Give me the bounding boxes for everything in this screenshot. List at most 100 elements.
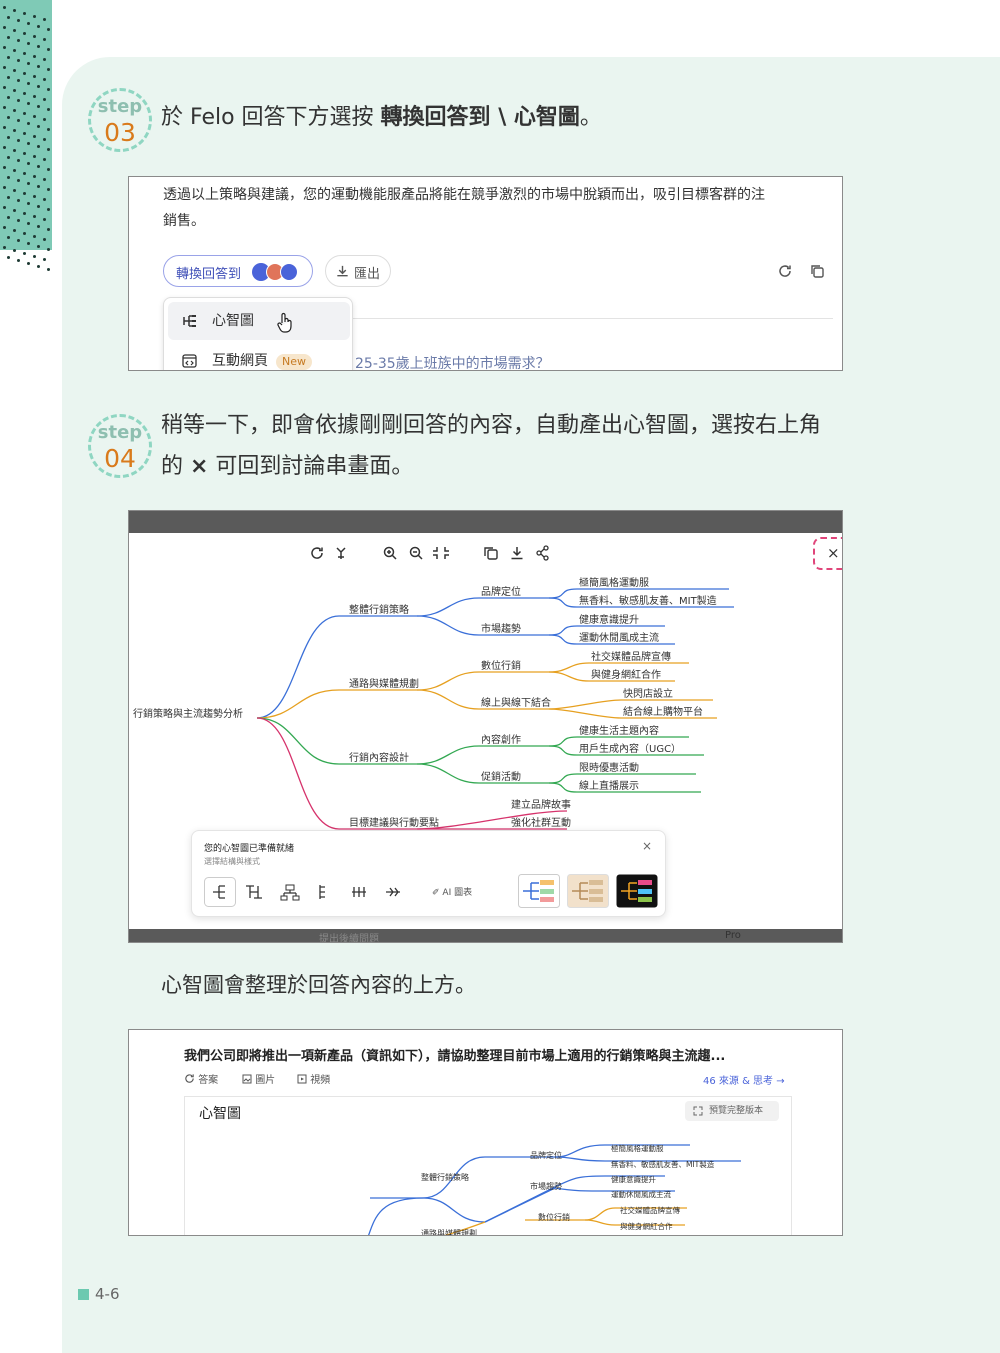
ai-chart-label: AI 圖表	[442, 888, 473, 898]
dot	[47, 188, 50, 191]
dot	[17, 159, 20, 162]
dot	[13, 169, 16, 172]
mm-node-leaf: 運動休閒風成主流	[611, 1190, 671, 1199]
dot	[23, 32, 26, 35]
ai-chart-option[interactable]: ✐ AI 圖表	[432, 885, 472, 898]
dot	[37, 205, 40, 208]
dot	[17, 59, 20, 62]
dot	[3, 166, 6, 169]
dot	[33, 175, 36, 178]
menu-item-interactive-page[interactable]: 互動網頁 New	[168, 342, 350, 370]
dot	[7, 176, 10, 179]
mm-node-leaf: 無香料、敏感肌友善、MIT製造	[611, 1160, 715, 1169]
page-number: 4-6	[78, 1285, 120, 1303]
dot	[13, 89, 16, 92]
answer-text: 透過以上策略與建議，您的運動機能服產品將能在競爭激烈的市場中脫穎而出，吸引目標客…	[163, 187, 765, 203]
dot	[23, 52, 26, 55]
mm-node-leaf: 與健身網紅合作	[620, 1222, 673, 1231]
dot	[17, 79, 20, 82]
dot	[27, 42, 30, 45]
followup-question[interactable]: 25-35歲上班族中的市場需求？	[355, 353, 550, 370]
mm-node-child: 市場趨勢	[530, 1182, 562, 1191]
dot	[37, 45, 40, 48]
dot	[3, 146, 6, 149]
dot	[7, 96, 10, 99]
menu-item-mindmap[interactable]: 心智圖	[168, 302, 350, 340]
dot	[37, 105, 40, 108]
dot	[33, 235, 36, 238]
convert-dropdown-menu: 心智圖 互動網頁 New	[163, 297, 353, 370]
dot	[37, 145, 40, 148]
video-icon	[297, 1074, 307, 1084]
dot	[7, 36, 10, 39]
dot	[23, 92, 26, 95]
dot	[43, 118, 46, 121]
copy-icon[interactable]	[809, 263, 825, 279]
close-symbol: ×	[190, 454, 209, 479]
convert-answer-button[interactable]: 轉換回答到	[163, 255, 313, 287]
dot	[13, 9, 16, 12]
refresh-icon[interactable]	[777, 263, 793, 279]
step-number: 04	[104, 444, 136, 473]
dot	[23, 132, 26, 135]
export-button[interactable]: 匯出	[325, 255, 391, 287]
dot	[43, 58, 46, 61]
style-options[interactable]	[518, 874, 658, 908]
tab-answer[interactable]: 答案	[184, 1071, 218, 1086]
dot	[13, 209, 16, 212]
dot	[13, 229, 16, 232]
dot	[3, 246, 6, 249]
dot	[7, 16, 10, 19]
tab-videos[interactable]: 視頻	[297, 1071, 330, 1086]
dot	[3, 106, 6, 109]
dot	[37, 65, 40, 68]
dot	[3, 126, 6, 129]
mm-child-node: 品牌定位	[481, 587, 521, 598]
mm-root-node: 行銷策略與主流趨勢分析	[133, 709, 243, 720]
tab-images[interactable]: 圖片	[242, 1071, 275, 1086]
close-panel-icon[interactable]: ×	[642, 839, 652, 853]
mm-leaf-node: 快閃店設立	[623, 689, 673, 700]
mm-branch-node: 整體行銷策略	[349, 605, 409, 616]
tab-label: 圖片	[255, 1075, 276, 1086]
caption-text: 心智圖會整理於回答內容的上方。	[161, 973, 476, 997]
mm-leaf-node: 無香料、敏感肌友善、MIT製造	[579, 596, 717, 607]
sources-link[interactable]: 46 來源 & 思考 →	[703, 1072, 785, 1087]
dot	[27, 202, 30, 205]
dot-pattern	[0, 0, 52, 280]
mm-node-child: 品牌定位	[530, 1151, 562, 1160]
dot	[23, 232, 26, 235]
hand-cursor-icon	[277, 312, 292, 333]
dot	[13, 69, 16, 72]
ready-title: 您的心智圖已準備就緒	[204, 844, 295, 854]
heading-text: 的	[161, 454, 190, 479]
dot	[43, 158, 46, 161]
dot	[47, 48, 50, 51]
mm-leaf-node: 極簡風格運動服	[579, 578, 649, 589]
dim-bottom-bar: 提出後續問題 Pro	[129, 929, 842, 942]
new-badge: New	[276, 354, 312, 370]
dot	[7, 216, 10, 219]
dot	[43, 98, 46, 101]
mm-child-node: 內容創作	[481, 735, 521, 746]
page-number-text: 4-6	[95, 1285, 120, 1303]
dot	[27, 242, 30, 245]
mindmap-ready-panel: 您的心智圖已準備就緒 選擇結構與樣式 × ✐ AI 圖表	[191, 830, 666, 917]
dot	[47, 108, 50, 111]
dot	[37, 245, 40, 248]
dot	[13, 49, 16, 52]
dot	[27, 182, 30, 185]
tab-label: 視頻	[310, 1075, 331, 1086]
dot	[27, 222, 30, 225]
download-icon	[337, 265, 348, 277]
answer-icon	[185, 1074, 194, 1083]
dot	[23, 12, 26, 15]
dot	[3, 66, 6, 69]
dot	[47, 168, 50, 171]
dot	[7, 56, 10, 59]
step-word: step	[97, 96, 143, 117]
dot	[23, 72, 26, 75]
dot	[13, 109, 16, 112]
dot	[47, 228, 50, 231]
dot	[47, 268, 50, 271]
